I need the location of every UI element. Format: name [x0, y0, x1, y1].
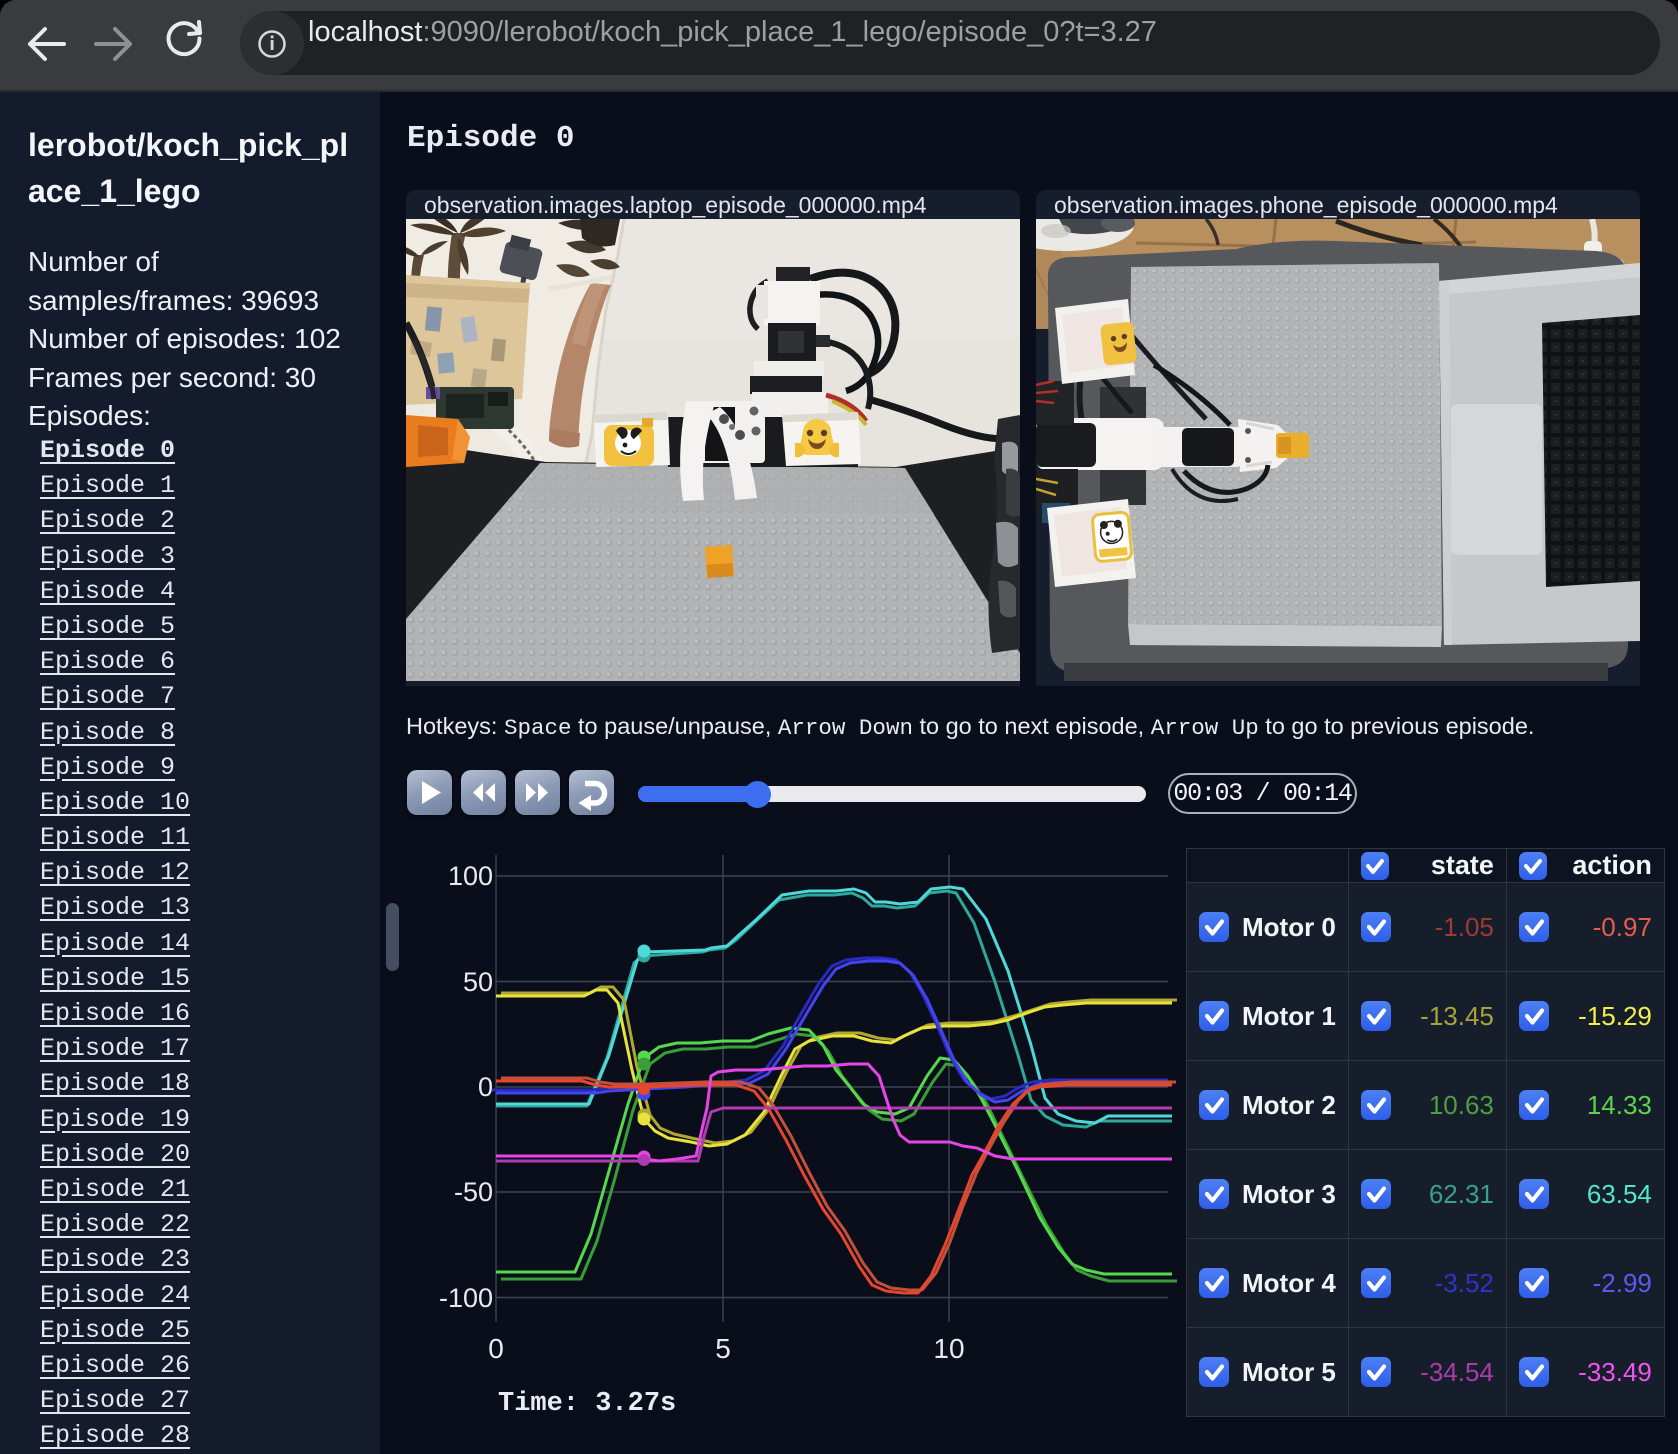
svg-text:10: 10 [933, 1333, 964, 1364]
svg-text:0: 0 [478, 1072, 493, 1102]
svg-text:-50: -50 [454, 1177, 493, 1207]
svg-text:0: 0 [488, 1333, 504, 1364]
svg-text:5: 5 [715, 1333, 731, 1364]
svg-text:100: 100 [448, 861, 493, 891]
svg-text:50: 50 [463, 967, 493, 997]
svg-text:-100: -100 [439, 1283, 493, 1313]
